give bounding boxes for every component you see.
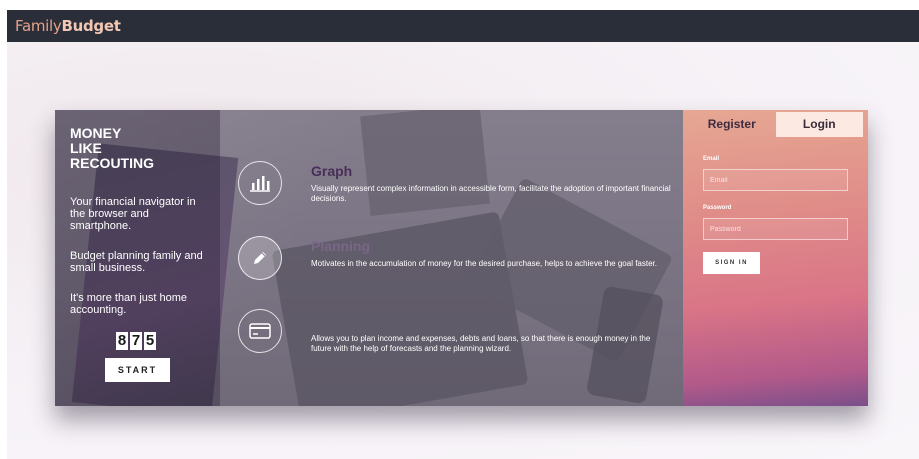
pencil-icon xyxy=(238,236,282,280)
sign-in-button[interactable]: SIGN IN xyxy=(703,252,760,274)
top-navbar: FamilyBudget xyxy=(7,10,919,42)
password-label: Password xyxy=(703,205,732,211)
credit-card-icon xyxy=(238,309,282,353)
brand-logo[interactable]: FamilyBudget xyxy=(15,17,121,35)
hero-card: MONEY LIKE RECOUTING Your financial navi… xyxy=(55,110,868,406)
hero-text-planning: Budget planning family and small busines… xyxy=(70,250,203,274)
auth-panel: Register Login Email Password SIGN IN xyxy=(683,110,868,406)
brand-text-budget: Budget xyxy=(61,17,121,35)
feature-desc-budget: Allows you to plan income and expenses, … xyxy=(311,334,651,353)
tab-login[interactable]: Login xyxy=(775,112,863,137)
user-counter: 8 7 5 xyxy=(116,332,156,350)
feature-title-graph: Graph xyxy=(311,163,353,179)
hero-title-line: MONEY xyxy=(70,125,122,141)
counter-digit: 5 xyxy=(144,332,156,350)
bar-chart-icon xyxy=(238,161,282,205)
hero-text-accounting: It's more than just home accounting. xyxy=(70,292,188,316)
auth-tabs: Register Login xyxy=(688,112,863,137)
counter-digit: 8 xyxy=(116,332,128,350)
hero-title-line: RECOUTING xyxy=(70,155,154,171)
feature-desc-planning: Motivates in the accumulation of money f… xyxy=(311,259,657,268)
feature-desc-graph: Visually represent complex information i… xyxy=(311,184,671,203)
counter-digit: 7 xyxy=(130,332,142,350)
hero-title: MONEY LIKE RECOUTING xyxy=(70,126,210,171)
feature-title-planning: Planning xyxy=(311,238,371,254)
middle-overlay xyxy=(220,110,683,406)
brand-text-family: Family xyxy=(15,17,62,35)
hero-text-navigator: Your financial navigator in the browser … xyxy=(70,196,196,232)
tab-register[interactable]: Register xyxy=(688,112,776,137)
hero-title-line: LIKE xyxy=(70,140,102,156)
email-field[interactable] xyxy=(703,169,848,191)
start-button[interactable]: START xyxy=(105,358,170,382)
password-field[interactable] xyxy=(703,218,848,240)
email-label: Email xyxy=(703,156,720,162)
